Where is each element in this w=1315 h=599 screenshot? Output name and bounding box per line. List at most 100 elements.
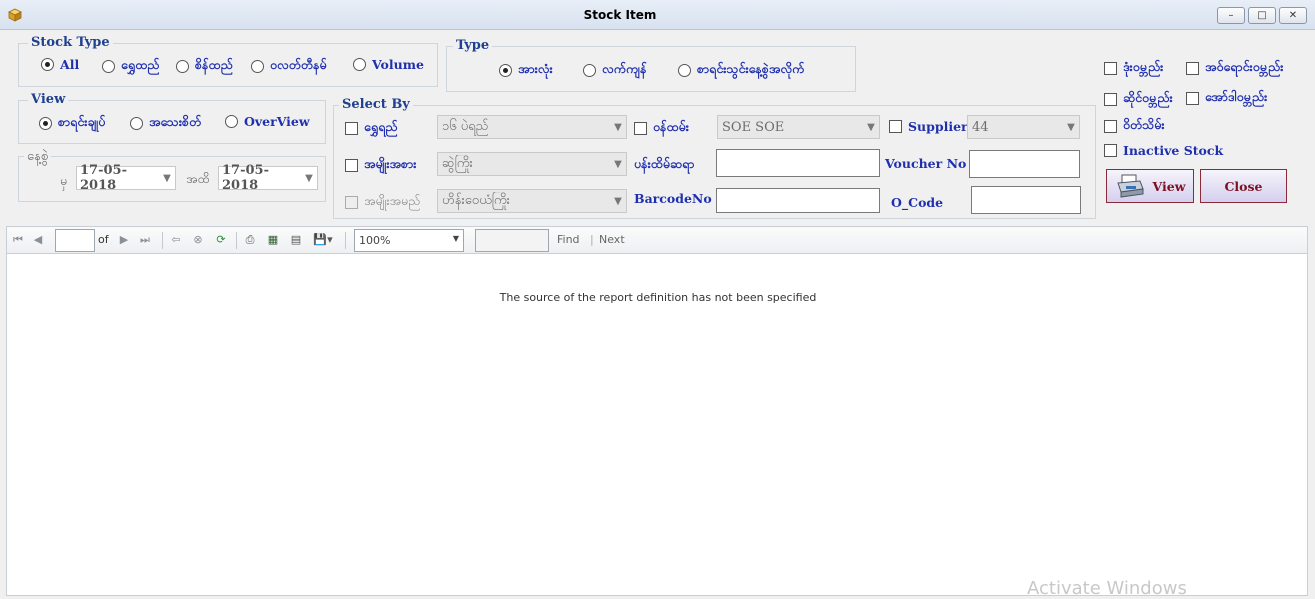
goldsmith-input[interactable]: [716, 149, 880, 177]
chevron-down-icon: ▼: [305, 172, 313, 184]
stock-type-gold-radio[interactable]: ရွှေထည်: [102, 57, 159, 76]
window-title: Stock Item: [583, 8, 657, 22]
chevron-down-icon: ▼: [614, 195, 622, 207]
right-check-1[interactable]: ဒုံးဝမ္ဘည်း: [1104, 59, 1163, 78]
barcode-input[interactable]: [716, 188, 880, 213]
radio-selected-icon: [41, 58, 54, 71]
right-check-5[interactable]: ဝိတ်သိမ်း: [1104, 117, 1165, 136]
checkbox-icon: [1104, 120, 1117, 133]
zoom-value: 100%: [359, 234, 391, 247]
checkbox-label: အဝ်ရောင်းဝမ္ဘည်း: [1205, 59, 1284, 74]
chevron-down-icon: ▼: [163, 172, 171, 184]
ocode-input[interactable]: [971, 186, 1081, 214]
radio-label: ရွှေထည်: [121, 57, 160, 72]
refresh-icon[interactable]: ⟳: [214, 233, 228, 247]
date-to-picker[interactable]: 17-05-2018 ▼: [218, 163, 318, 193]
supplier-select[interactable]: 44 ▼: [967, 115, 1080, 139]
previous-page-icon[interactable]: ◀: [31, 233, 45, 247]
page-number-input[interactable]: [55, 229, 95, 252]
export-icon[interactable]: 💾▾: [312, 233, 334, 247]
date-from-value: 17-05-2018: [80, 163, 127, 193]
checkbox-label: ရွှေရည်: [364, 119, 398, 134]
radio-label: စိန်ထည်: [195, 57, 233, 72]
staff-checkbox[interactable]: ဝန်ထမ်း: [634, 119, 689, 138]
item-type-select[interactable]: ဆွဲကြိုး ▼: [437, 152, 627, 176]
find-link[interactable]: Find: [557, 233, 580, 246]
checkbox-label: အော်ဒါဝမ္ဘည်း: [1205, 89, 1268, 104]
toolbar-divider: [345, 232, 346, 249]
voucher-no-label: Voucher No: [885, 156, 967, 171]
close-button-label: Close: [1224, 178, 1263, 194]
print-icon[interactable]: ⎙: [243, 233, 257, 247]
select-by-group: Select By ရွှေရည် ၁၆ ပဲရည် ▼ ဝန်ထမ်း SOE…: [333, 97, 1096, 219]
gold-quality-checkbox[interactable]: ရွှေရည်: [345, 119, 397, 138]
print-layout-icon[interactable]: ▦: [266, 233, 280, 247]
stock-type-diamond-radio[interactable]: စိန်ထည်: [176, 57, 233, 76]
close-button[interactable]: Close: [1200, 169, 1287, 203]
voucher-no-input[interactable]: [969, 150, 1080, 178]
checkbox-icon: [345, 159, 358, 172]
item-name-select[interactable]: ဟိန်းဝေယံကြိုး ▼: [437, 189, 627, 213]
minimize-icon: –: [1228, 10, 1234, 21]
maximize-icon: □: [1257, 10, 1267, 21]
printer-icon: [1116, 174, 1144, 198]
view-detail-radio[interactable]: အသေးစိတ်: [130, 114, 201, 133]
barcode-label: BarcodeNo: [634, 191, 712, 206]
view-button[interactable]: View: [1106, 169, 1194, 203]
radio-icon: [225, 115, 238, 128]
last-page-icon[interactable]: ⏭: [138, 233, 152, 247]
gold-quality-select[interactable]: ၁၆ ပဲရည် ▼: [437, 115, 627, 139]
staff-select[interactable]: SOE SOE ▼: [717, 115, 880, 139]
page-setup-icon[interactable]: ▤: [289, 233, 303, 247]
radio-label: စာရင်းချုပ်: [58, 114, 106, 129]
type-all-radio[interactable]: အားလုံး: [499, 61, 553, 80]
next-page-icon[interactable]: ▶: [117, 233, 131, 247]
checkbox-icon: [1104, 93, 1117, 106]
next-link[interactable]: Next: [599, 233, 625, 246]
report-message: The source of the report definition has …: [499, 291, 817, 304]
maximize-button[interactable]: □: [1248, 7, 1276, 24]
radio-icon: [678, 64, 691, 77]
chevron-down-icon: ▼: [867, 121, 875, 133]
stock-type-all-radio[interactable]: All: [41, 57, 79, 72]
find-input[interactable]: [475, 229, 549, 252]
back-icon[interactable]: ⇦: [169, 233, 183, 247]
checkbox-icon: [1104, 62, 1117, 75]
toolbar-divider: [162, 232, 163, 249]
close-icon: ✕: [1288, 10, 1298, 21]
radio-selected-icon: [499, 64, 512, 77]
radio-icon: [130, 117, 143, 130]
item-type-checkbox[interactable]: အမျိုးအစား: [345, 156, 416, 175]
stock-type-platinum-radio[interactable]: ဝလတ်တီနမ်: [251, 57, 327, 76]
supplier-checkbox[interactable]: Supplier: [889, 119, 968, 134]
checkbox-label: ဆိုင်ဝမ္ဘည်း: [1123, 90, 1173, 105]
view-overview-radio[interactable]: OverView: [225, 114, 310, 129]
zoom-select[interactable]: 100% ▼: [354, 229, 464, 252]
right-check-4[interactable]: အော်ဒါဝမ္ဘည်း: [1186, 89, 1267, 108]
first-page-icon[interactable]: ⏮: [11, 233, 25, 247]
radio-icon: [176, 60, 189, 73]
radio-icon: [583, 64, 596, 77]
date-to-label: အထိ: [186, 171, 210, 186]
radio-selected-icon: [39, 117, 52, 130]
staff-value: SOE SOE: [722, 119, 785, 135]
type-by-entry-date-radio[interactable]: စာရင်းသွင်းနေ့စွဲအလိုက်: [678, 61, 804, 80]
date-from-picker[interactable]: 17-05-2018 ▼: [76, 163, 176, 193]
item-name-checkbox[interactable]: အမျိုးအမည်: [345, 193, 420, 212]
checkbox-label: Inactive Stock: [1123, 143, 1224, 158]
view-summary-radio[interactable]: စာရင်းချုပ်: [39, 114, 105, 133]
view-title: View: [28, 92, 69, 107]
stock-type-volume-radio[interactable]: Volume: [353, 57, 424, 72]
radio-label: အသေးစိတ်: [149, 114, 202, 129]
close-window-button[interactable]: ✕: [1279, 7, 1307, 24]
stop-icon[interactable]: ⊗: [191, 233, 205, 247]
inactive-stock-checkbox[interactable]: Inactive Stock: [1104, 143, 1223, 158]
checkbox-icon: [1186, 62, 1199, 75]
right-check-3[interactable]: ဆိုင်ဝမ္ဘည်း: [1104, 90, 1173, 109]
minimize-button[interactable]: –: [1217, 7, 1245, 24]
item-name-value: ဟိန်းဝေယံကြိုး: [442, 192, 510, 208]
right-check-2[interactable]: အဝ်ရောင်းဝမ္ဘည်း: [1186, 59, 1283, 78]
chevron-down-icon: ▼: [452, 234, 459, 243]
type-balance-radio[interactable]: လက်ကျန်: [583, 61, 647, 80]
page-of-label: of: [98, 233, 109, 246]
